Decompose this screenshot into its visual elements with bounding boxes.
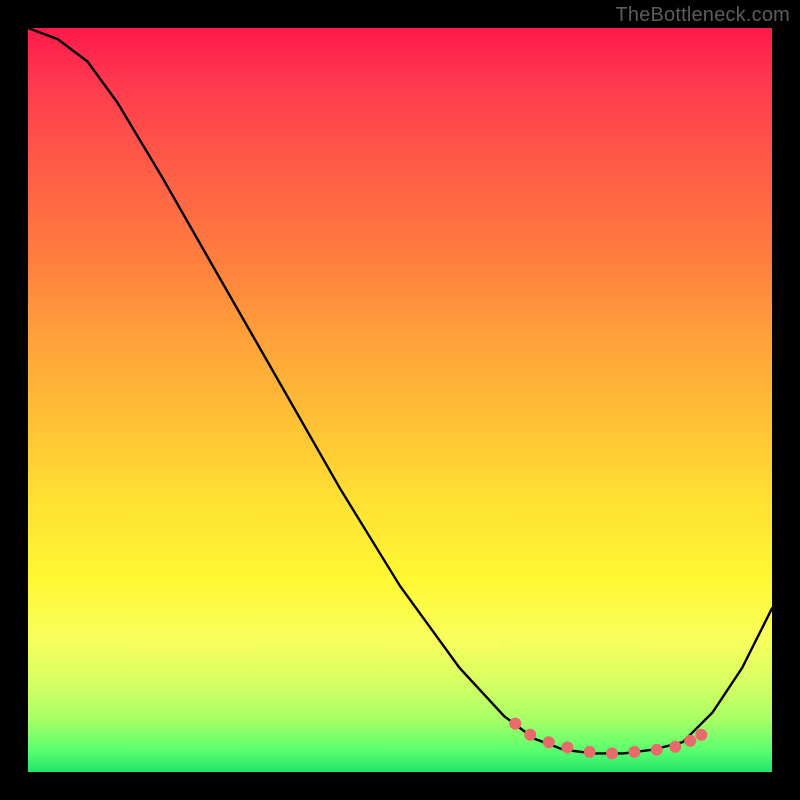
optimal-marker xyxy=(695,729,707,741)
optimal-marker xyxy=(651,744,663,756)
optimal-marker xyxy=(561,741,573,753)
chart-svg xyxy=(28,28,772,772)
optimal-marker xyxy=(628,746,640,758)
optimal-marker xyxy=(684,735,696,747)
bottleneck-curve xyxy=(28,28,772,753)
optimal-range-markers xyxy=(509,718,707,760)
optimal-marker xyxy=(509,718,521,730)
plot-area xyxy=(28,28,772,772)
optimal-marker xyxy=(606,747,618,759)
optimal-marker xyxy=(543,736,555,748)
optimal-marker xyxy=(669,741,681,753)
watermark-text: TheBottleneck.com xyxy=(615,4,790,27)
chart-frame: TheBottleneck.com xyxy=(0,0,800,800)
curve-layer xyxy=(28,28,772,753)
optimal-marker xyxy=(524,729,536,741)
optimal-marker xyxy=(584,746,596,758)
